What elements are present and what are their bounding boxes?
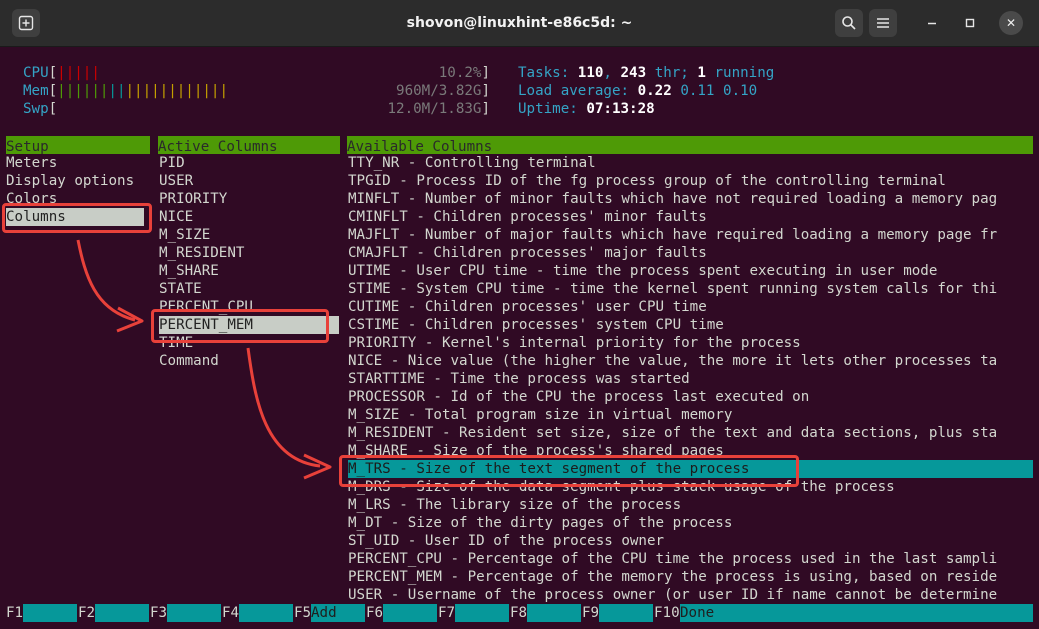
arrow-percent-mem-to-mtrs <box>246 347 321 468</box>
annotation-arrows <box>76 239 332 480</box>
arrow-columns-to-active <box>76 239 136 322</box>
